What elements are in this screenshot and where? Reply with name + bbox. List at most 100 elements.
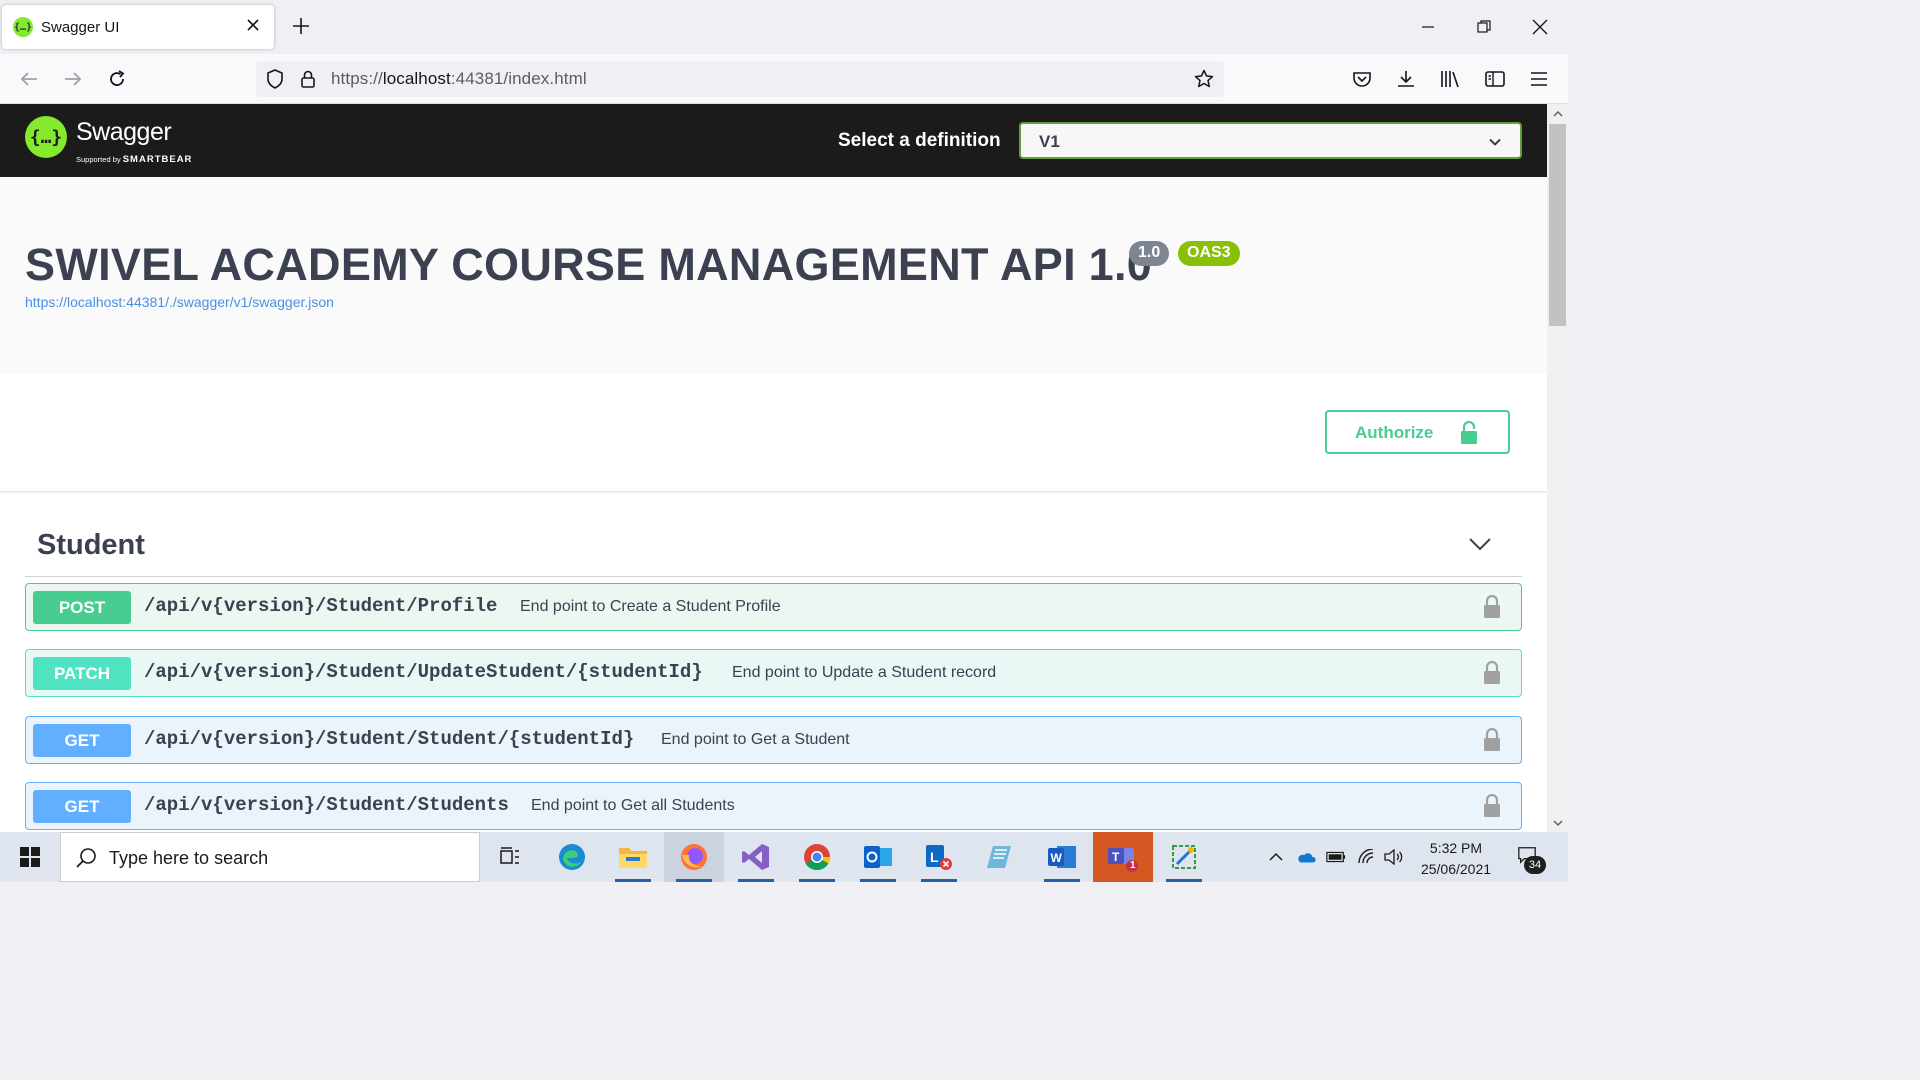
firefox-icon[interactable] [664,832,724,882]
swagger-topbar: {…} Swagger Supported by SMARTBEAR Selec… [0,104,1547,177]
close-tab-icon[interactable] [244,17,262,35]
clock-time: 5:32 PM [1429,840,1483,856]
operation-description: End point to Get all Students [531,797,735,814]
operation-description: End point to Create a Student Profile [520,598,781,615]
browser-nav-bar: https://localhost:44381/index.html [0,54,1568,104]
bookmark-star-icon[interactable] [1194,69,1214,94]
chrome-icon[interactable] [787,832,847,882]
url-scheme: https:// [331,69,383,88]
svg-text:W: W [1051,851,1063,865]
task-view-icon[interactable] [480,832,540,882]
method-badge: POST [33,591,131,624]
battery-icon[interactable] [1326,847,1346,867]
running-indicator [921,879,957,882]
word-icon[interactable]: W [1032,832,1092,882]
tracking-shield-icon[interactable] [265,69,285,94]
padlock-icon[interactable] [1482,594,1502,624]
reload-icon[interactable] [105,67,129,91]
teams-icon[interactable]: T 1 [1093,832,1153,882]
url-bar[interactable]: https://localhost:44381/index.html [256,61,1224,97]
api-info-section: SWIVEL ACADEMY COURSE MANAGEMENT API 1.0… [0,177,1547,373]
svg-text:T: T [1112,850,1120,864]
authorize-button[interactable]: Authorize [1325,410,1510,454]
operation-path: /api/v{version}/Student/UpdateStudent/{s… [144,661,703,683]
windows-taskbar: Type here to search L W T 1 5:32 PM 25/0… [0,832,1568,882]
authorize-label: Authorize [1355,423,1434,442]
show-hidden-icons-chevron-up-icon[interactable] [1266,847,1286,867]
operation-row[interactable]: GET /api/v{version}/Student/Students End… [25,782,1522,830]
running-indicator [860,879,896,882]
running-indicator [1044,879,1080,882]
lync-icon[interactable]: L [909,832,969,882]
forward-arrow-icon[interactable] [61,67,85,91]
scroll-up-icon[interactable] [1547,105,1568,123]
library-icon[interactable] [1438,67,1462,91]
api-title: SWIVEL ACADEMY COURSE MANAGEMENT API 1.0 [25,239,1153,290]
sidebar-icon[interactable] [1483,67,1507,91]
svg-text:L: L [930,849,939,865]
swagger-supported-by: Supported by SMARTBEAR [76,154,192,165]
notepad-icon[interactable] [970,832,1030,882]
chevron-down-icon [1488,134,1502,148]
running-indicator [615,879,651,882]
scroll-down-icon[interactable] [1547,814,1568,832]
running-indicator [1166,879,1202,882]
volume-speaker-icon[interactable] [1384,847,1404,867]
snipping-tool-icon[interactable] [1154,832,1214,882]
running-indicator [676,879,712,882]
outlook-icon[interactable] [848,832,908,882]
tag-title-student[interactable]: Student [37,529,145,562]
padlock-icon[interactable] [1482,727,1502,757]
back-arrow-icon[interactable] [17,67,41,91]
definition-select[interactable]: V1 [1019,122,1522,159]
notification-count-badge: 34 [1524,856,1546,874]
close-window-button[interactable] [1527,14,1553,40]
operation-path: /api/v{version}/Student/Students [144,794,509,816]
url-host: localhost [382,69,451,88]
oas-badge: OAS3 [1178,241,1240,266]
onedrive-cloud-icon[interactable] [1296,847,1316,867]
file-explorer-icon[interactable] [603,832,663,882]
wifi-icon[interactable] [1356,847,1376,867]
minimize-window-button[interactable] [1415,14,1441,40]
menu-hamburger-icon[interactable] [1527,67,1551,91]
new-tab-button[interactable] [290,15,312,37]
clock-date: 25/06/2021 [1420,861,1492,877]
spec-json-link[interactable]: https://localhost:44381/./swagger/v1/swa… [25,294,334,310]
version-badge: 1.0 [1129,241,1170,266]
unlocked-padlock-icon [1459,420,1479,450]
visual-studio-icon[interactable] [726,832,786,882]
chevron-down-icon[interactable] [1468,536,1492,552]
taskbar-search-box[interactable]: Type here to search [60,832,480,882]
page-viewport: {…} Swagger Supported by SMARTBEAR Selec… [0,104,1547,832]
supported-by-text: Supported by [76,155,121,164]
operation-row[interactable]: GET /api/v{version}/Student/Student/{stu… [25,716,1522,764]
padlock-icon[interactable] [1482,660,1502,690]
search-placeholder: Type here to search [109,848,269,868]
operation-path: /api/v{version}/Student/Student/{student… [144,728,635,750]
search-icon [75,847,97,874]
padlock-icon[interactable] [1482,793,1502,823]
taskbar-clock[interactable]: 5:32 PM 25/06/2021 [1410,838,1502,880]
operation-row[interactable]: POST /api/v{version}/Student/Profile End… [25,583,1522,631]
swagger-logo-icon[interactable]: {…} [25,116,67,158]
page-scrollbar[interactable] [1547,104,1568,832]
operation-description: End point to Update a Student record [732,664,997,681]
downloads-icon[interactable] [1394,67,1418,91]
browser-tab[interactable]: {…} Swagger UI [2,5,274,49]
definition-selected-value: V1 [1039,132,1060,151]
edge-icon[interactable] [542,832,602,882]
restore-window-button[interactable] [1471,14,1497,40]
operation-row[interactable]: PATCH /api/v{version}/Student/UpdateStud… [25,649,1522,697]
url-path: :44381/index.html [450,69,587,88]
windows-start-icon[interactable] [0,832,60,882]
tab-title: Swagger UI [41,18,120,36]
lock-icon[interactable] [298,69,318,94]
browser-tab-bar: {…} Swagger UI [0,0,1568,54]
method-badge: GET [33,724,131,757]
url-text[interactable]: https://localhost:44381/index.html [331,69,587,89]
tag-divider [25,576,1522,577]
scroll-thumb[interactable] [1549,124,1566,326]
method-badge: PATCH [33,657,131,690]
pocket-icon[interactable] [1350,67,1374,91]
